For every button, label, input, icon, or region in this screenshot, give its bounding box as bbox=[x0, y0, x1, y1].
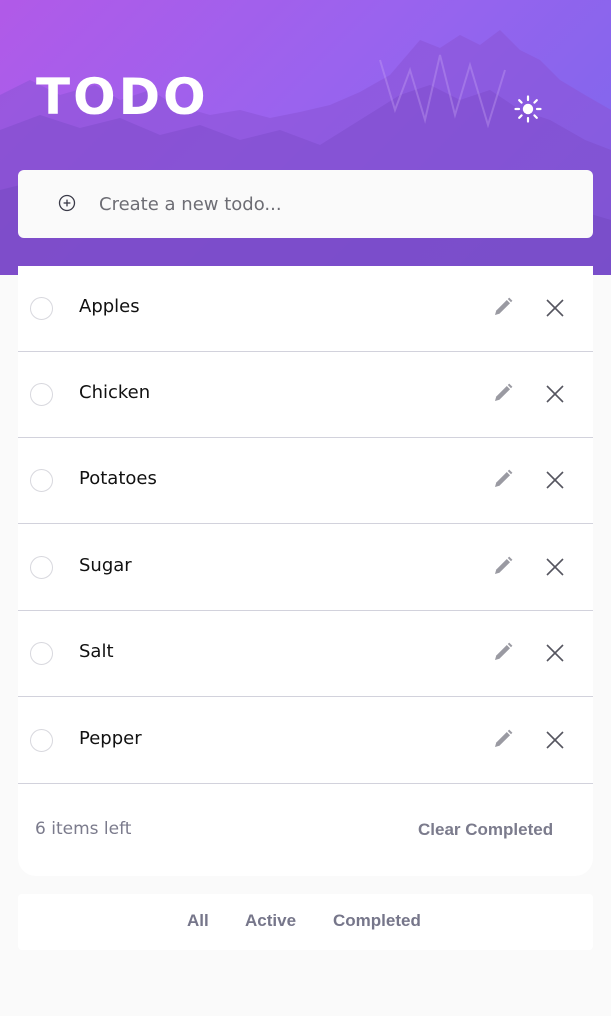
close-icon[interactable] bbox=[544, 642, 566, 664]
theme-toggle-button[interactable] bbox=[511, 92, 545, 126]
items-left-count: 6 items left bbox=[35, 819, 132, 839]
todo-label: Potatoes bbox=[79, 468, 157, 489]
pencil-icon[interactable] bbox=[492, 296, 514, 318]
filter-active[interactable]: Active bbox=[245, 911, 296, 931]
pencil-icon[interactable] bbox=[492, 382, 514, 404]
clear-completed-button[interactable]: Clear Completed bbox=[418, 820, 553, 840]
filter-all[interactable]: All bbox=[187, 911, 209, 931]
close-icon[interactable] bbox=[544, 383, 566, 405]
new-todo-input[interactable] bbox=[99, 189, 579, 219]
todo-item: Apples bbox=[18, 266, 593, 352]
todo-label: Salt bbox=[79, 641, 114, 662]
todo-item: Sugar bbox=[18, 525, 593, 611]
todo-item: Potatoes bbox=[18, 438, 593, 524]
todo-label: Apples bbox=[79, 296, 140, 317]
new-todo-form bbox=[18, 170, 593, 238]
filter-completed[interactable]: Completed bbox=[333, 911, 421, 931]
todo-label: Pepper bbox=[79, 728, 142, 749]
plus-circle-icon[interactable] bbox=[57, 193, 77, 213]
close-icon[interactable] bbox=[544, 729, 566, 751]
close-icon[interactable] bbox=[544, 556, 566, 578]
pencil-icon[interactable] bbox=[492, 555, 514, 577]
todo-checkbox[interactable] bbox=[30, 642, 53, 665]
filter-bar: All Active Completed bbox=[18, 894, 593, 950]
todo-label: Chicken bbox=[79, 382, 151, 403]
todo-checkbox[interactable] bbox=[30, 556, 53, 579]
todo-checkbox[interactable] bbox=[30, 469, 53, 492]
todo-item: Chicken bbox=[18, 352, 593, 438]
pencil-icon[interactable] bbox=[492, 728, 514, 750]
close-icon[interactable] bbox=[544, 297, 566, 319]
sun-icon bbox=[514, 95, 542, 123]
todo-checkbox[interactable] bbox=[30, 729, 53, 752]
app-title: TODO bbox=[36, 68, 209, 126]
todo-item: Salt bbox=[18, 611, 593, 697]
todo-checkbox[interactable] bbox=[30, 297, 53, 320]
pencil-icon[interactable] bbox=[492, 641, 514, 663]
list-footer: 6 items left Clear Completed bbox=[18, 786, 593, 876]
todo-checkbox[interactable] bbox=[30, 383, 53, 406]
todo-label: Sugar bbox=[79, 555, 132, 576]
todo-list: Apples Chicken Potatoes Sugar Salt Peppe… bbox=[18, 266, 593, 876]
close-icon[interactable] bbox=[544, 469, 566, 491]
pencil-icon[interactable] bbox=[492, 468, 514, 490]
todo-item: Pepper bbox=[18, 698, 593, 784]
